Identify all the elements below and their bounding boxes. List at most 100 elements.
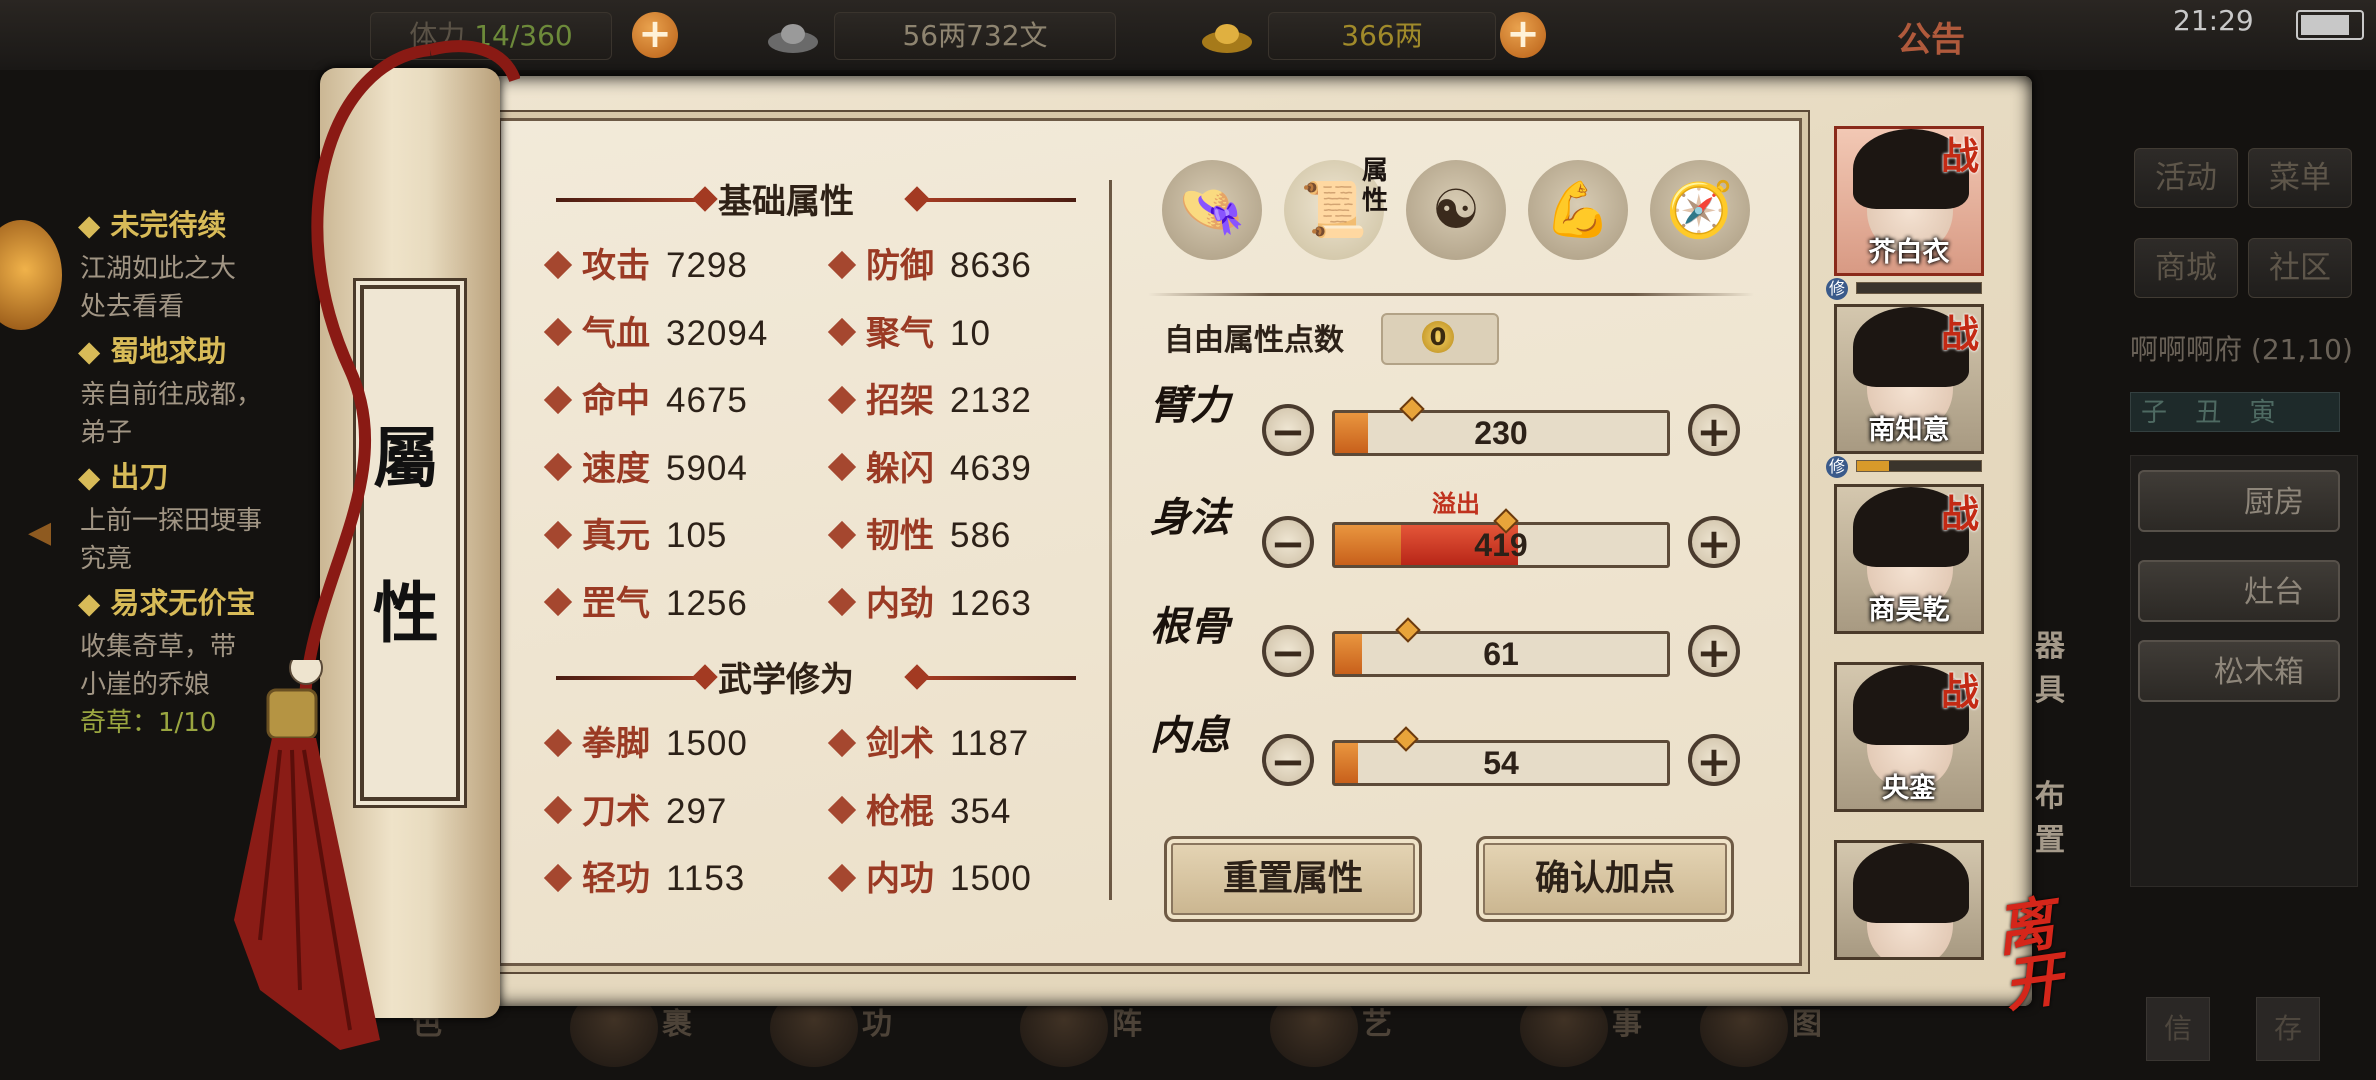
decrease-button[interactable]: −	[1262, 516, 1314, 568]
diamond-bullet-icon	[827, 587, 857, 617]
stat-row: 刀术 297	[543, 788, 727, 836]
attribute-value: 230	[1474, 415, 1528, 451]
decrease-button[interactable]: −	[1262, 625, 1314, 677]
section-title: 基础属性	[718, 182, 854, 222]
attribute-value: 61	[1483, 636, 1519, 672]
diamond-bullet-icon	[543, 520, 573, 549]
quest-desc: 弟子	[80, 418, 133, 448]
diamond-bullet-icon	[543, 795, 573, 825]
free-points-value: 0	[1422, 321, 1454, 353]
confirm-points-button[interactable]: 确认加点	[1476, 836, 1734, 922]
cultivate-progress	[1856, 460, 1982, 472]
layout-label-char[interactable]: 置	[2030, 824, 2070, 858]
stat-row: 罡气 1256	[543, 580, 748, 628]
battle-tag: 战	[1940, 311, 1979, 356]
decrease-button[interactable]: −	[1262, 404, 1314, 456]
community-button[interactable]: 社区	[2248, 238, 2352, 298]
party-member-portrait[interactable]: 战南知意	[1834, 304, 1984, 454]
storage-button[interactable]: 存	[2256, 997, 2320, 1061]
stat-value: 105	[666, 516, 728, 555]
layout-label-char[interactable]: 布	[2030, 780, 2070, 814]
stat-value: 1187	[950, 724, 1030, 763]
attribute-name: 身法	[1150, 494, 1230, 541]
stat-value: 1256	[666, 583, 748, 623]
stat-label: 韧性	[866, 516, 934, 556]
tab-divider	[1148, 293, 1754, 296]
stat-value: 1263	[950, 583, 1032, 623]
quest-title[interactable]: ◆ 易求无价宝	[78, 580, 255, 622]
stat-row: 真元 105	[543, 512, 728, 560]
stat-value: 1500	[950, 859, 1032, 898]
active-tab-label: 属性	[1362, 156, 1389, 216]
muscle-icon[interactable]: 💪	[1528, 160, 1628, 260]
stove-button[interactable]: 灶台	[2138, 560, 2340, 622]
notice-button[interactable]: 公告	[1897, 12, 1965, 61]
stat-row: 招架 2132	[827, 377, 1032, 425]
party-member-portrait[interactable]: 战商昊乾	[1834, 484, 1984, 634]
pine-chest-button[interactable]: 松木箱	[2138, 640, 2340, 702]
add-gold-button[interactable]: +	[1500, 12, 1546, 58]
kitchen-button[interactable]: 厨房	[2138, 470, 2340, 532]
add-stamina-button[interactable]: +	[632, 12, 678, 58]
collapse-arrow-icon[interactable]: ◀	[28, 515, 51, 550]
diamond-bullet-icon	[827, 385, 857, 414]
quest-desc: 亲自前往成都，	[80, 380, 263, 410]
stat-value: 4639	[950, 448, 1032, 488]
stat-label: 真元	[582, 516, 650, 556]
activity-button[interactable]: 活动	[2134, 148, 2238, 208]
cultivate-progress	[1856, 282, 1982, 294]
stat-label: 枪棍	[866, 791, 934, 832]
stat-row: 枪棍 354	[827, 788, 1011, 836]
reset-attributes-button[interactable]: 重置属性	[1164, 836, 1422, 922]
quest-title[interactable]: ◆ 蜀地求助	[78, 328, 226, 370]
increase-button[interactable]: +	[1688, 516, 1740, 568]
compass-icon[interactable]: 🧭	[1650, 160, 1750, 260]
stat-row: 剑术 1187	[827, 720, 1030, 768]
increase-button[interactable]: +	[1688, 404, 1740, 456]
menu-button[interactable]: 菜单	[2248, 148, 2352, 208]
free-points-label: 自由属性点数	[1164, 323, 1344, 358]
stat-value: 10	[950, 313, 991, 353]
mail-button[interactable]: 信	[2146, 997, 2210, 1061]
stat-row: 轻功 1153	[543, 855, 745, 903]
attribute-value: 54	[1483, 745, 1519, 781]
stat-label: 聚气	[866, 313, 934, 354]
overflow-label: 溢出	[1432, 490, 1480, 518]
diamond-bullet-icon	[543, 587, 573, 617]
party-member-portrait[interactable]	[1834, 840, 1984, 960]
tools-label-char[interactable]: 器	[2030, 630, 2070, 664]
stat-row: 内功 1500	[827, 855, 1032, 903]
diamond-bullet-icon	[827, 728, 857, 757]
quest-progress: 奇草：1/10	[80, 708, 217, 738]
increase-button[interactable]: +	[1688, 625, 1740, 677]
quest-title[interactable]: ◆ 出刀	[78, 454, 168, 496]
battle-tag: 战	[1940, 669, 1979, 714]
bagua-icon[interactable]: ☯	[1406, 160, 1506, 260]
member-name: 商昊乾	[1868, 595, 1950, 626]
quest-desc: 上前一探田埂事	[80, 506, 263, 536]
member-name: 芥白衣	[1868, 237, 1950, 268]
stat-value: 8636	[950, 246, 1032, 285]
quest-title[interactable]: ◆ 未完待续	[78, 202, 226, 244]
party-member-portrait[interactable]: 战央銮	[1834, 662, 1984, 812]
diamond-bullet-icon	[827, 250, 857, 279]
party-member-portrait[interactable]: 战芥白衣	[1834, 126, 1984, 276]
stat-label: 剑术	[866, 724, 934, 764]
diamond-bullet-icon	[827, 452, 857, 482]
attribute-name: 臂力	[1150, 382, 1230, 429]
leave-button[interactable]: 离开	[1992, 888, 2118, 1020]
diamond-bullet-icon	[827, 795, 857, 825]
tools-label-char[interactable]: 具	[2030, 674, 2070, 708]
decrease-button[interactable]: −	[1262, 734, 1314, 786]
stat-label: 防御	[866, 246, 934, 286]
silver-value: 56两732文	[834, 12, 1116, 60]
shop-button[interactable]: 商城	[2134, 238, 2238, 298]
stat-value: 2132	[950, 381, 1032, 420]
stat-value: 1500	[666, 724, 748, 763]
stat-row: 韧性 586	[827, 512, 1011, 560]
member-name: 南知意	[1868, 415, 1950, 446]
hat-icon[interactable]: 👒	[1162, 160, 1262, 260]
attribute-row: 臂力 − 230 +	[1150, 384, 1750, 470]
increase-button[interactable]: +	[1688, 734, 1740, 786]
stat-label: 攻击	[582, 246, 650, 286]
